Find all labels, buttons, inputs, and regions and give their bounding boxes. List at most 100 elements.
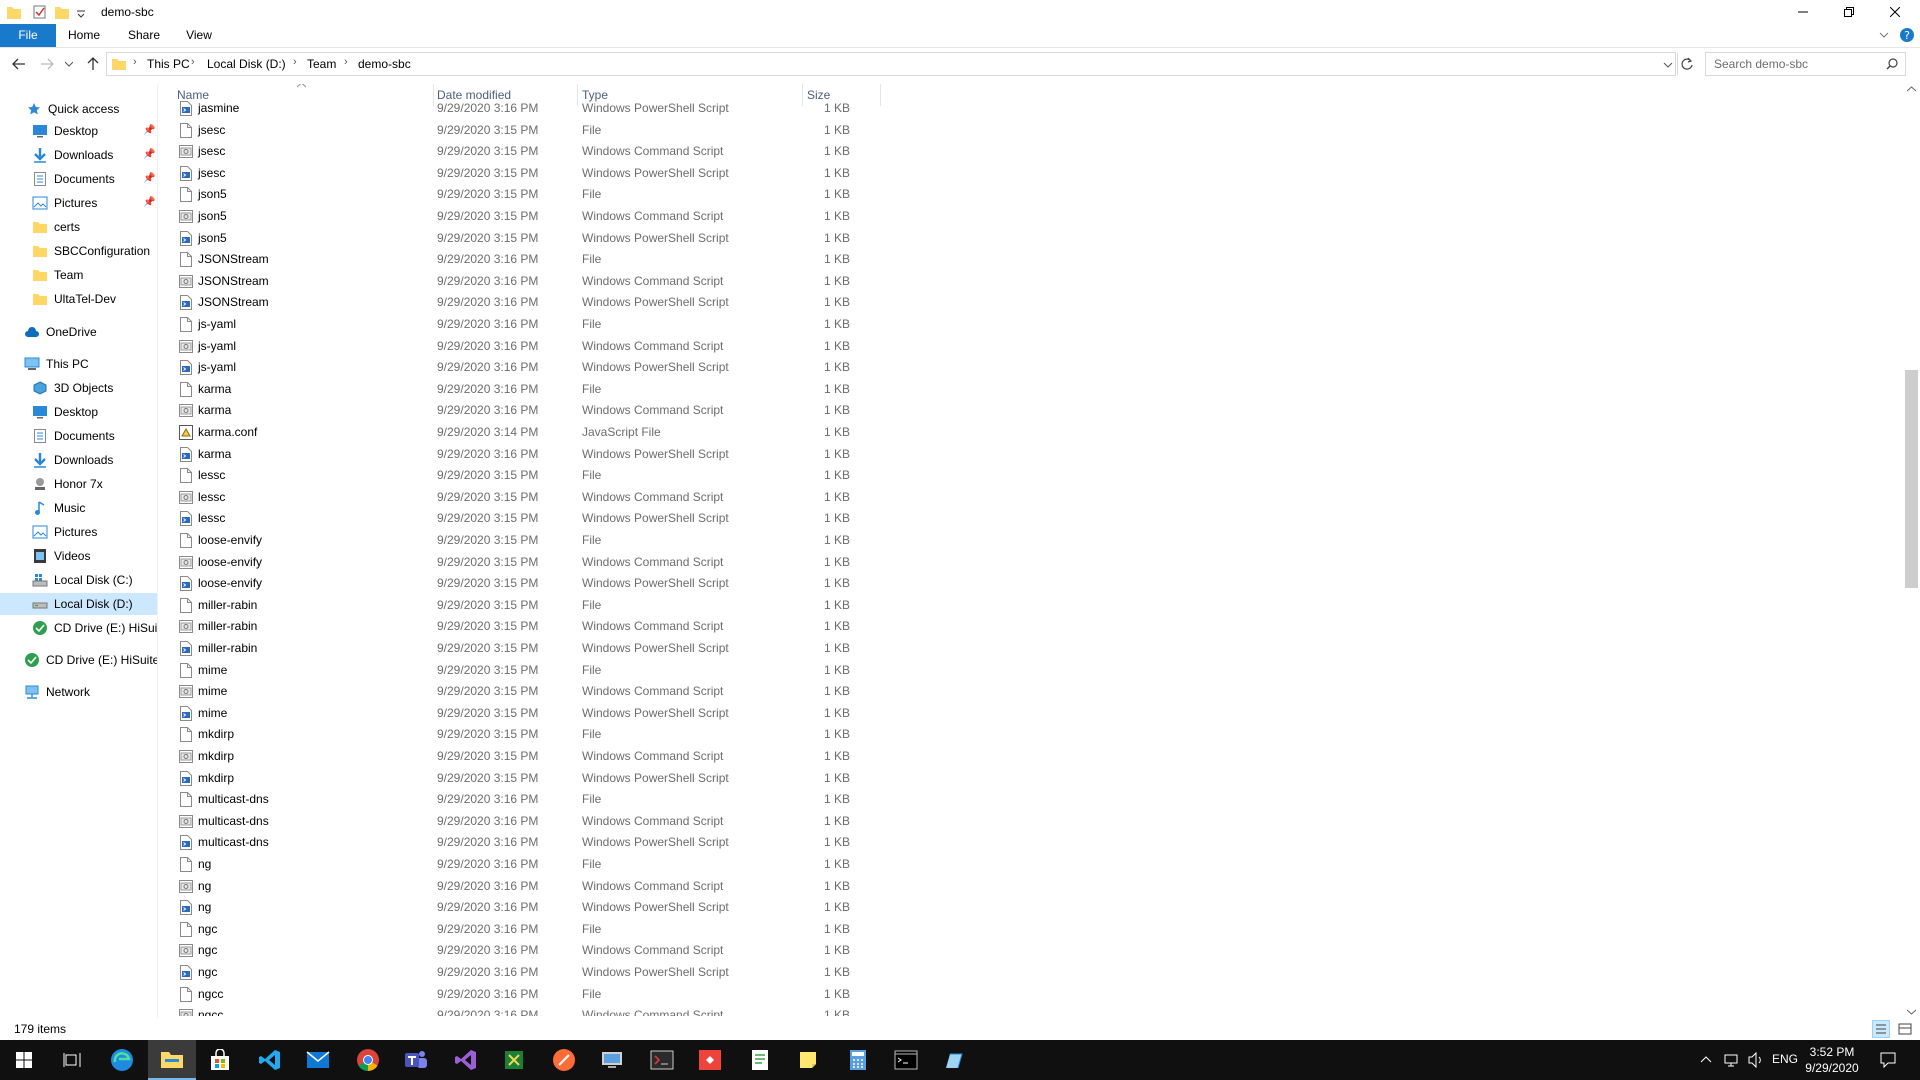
network-status-icon[interactable] bbox=[1724, 1052, 1740, 1068]
search-input[interactable]: Search demo-sbc bbox=[1705, 52, 1906, 76]
pin-icon[interactable]: 📌 bbox=[143, 149, 155, 160]
nav-qa-downloads[interactable]: Downloads 📌 bbox=[0, 144, 157, 166]
breadcrumb-team[interactable]: Team bbox=[307, 57, 336, 71]
file-row[interactable]: multicast-dns 9/29/2020 3:16 PM File 1 KB bbox=[173, 789, 893, 810]
breadcrumb-demo-sbc[interactable]: demo-sbc bbox=[358, 57, 411, 71]
nav-pc-music[interactable]: Music bbox=[0, 497, 157, 519]
address-bar[interactable]: › This PC › Local Disk (D:) › Team › dem… bbox=[106, 52, 1678, 76]
nav-qa-ultatel-dev[interactable]: UltaTel-Dev bbox=[0, 288, 157, 310]
file-row[interactable]: jsesc 9/29/2020 3:15 PM Windows PowerShell… bbox=[173, 163, 893, 184]
file-row[interactable]: karma.conf 9/29/2020 3:14 PM JavaScript Fi… bbox=[173, 422, 893, 443]
scroll-down-icon[interactable] bbox=[1907, 1009, 1916, 1015]
properties-icon[interactable] bbox=[32, 3, 48, 21]
tab-view[interactable]: View bbox=[178, 24, 220, 47]
taskbar-postman[interactable] bbox=[540, 1040, 588, 1080]
file-row[interactable]: js-yaml 9/29/2020 3:16 PM Windows Command … bbox=[173, 336, 893, 357]
taskbar-notepad-plus[interactable] bbox=[736, 1040, 784, 1080]
file-row[interactable]: karma 9/29/2020 3:16 PM File 1 KB bbox=[173, 379, 893, 400]
file-row[interactable]: js-yaml 9/29/2020 3:16 PM File 1 KB bbox=[173, 314, 893, 335]
taskbar-cmd[interactable] bbox=[882, 1040, 930, 1080]
nav-qa-pictures[interactable]: Pictures 📌 bbox=[0, 192, 157, 214]
start-button[interactable] bbox=[0, 1040, 48, 1080]
taskbar-terminal-app[interactable] bbox=[638, 1040, 686, 1080]
file-row[interactable]: ng 9/29/2020 3:16 PM Windows PowerShell Sc… bbox=[173, 897, 893, 918]
expand-ribbon-icon[interactable] bbox=[1879, 30, 1889, 40]
file-row[interactable]: loose-envify 9/29/2020 3:15 PM Windows Com… bbox=[173, 552, 893, 573]
taskbar-snipping[interactable] bbox=[490, 1040, 538, 1080]
nav-qa-desktop[interactable]: Desktop 📌 bbox=[0, 120, 157, 142]
file-row[interactable]: mime 9/29/2020 3:15 PM Windows Command Scr… bbox=[173, 681, 893, 702]
file-row[interactable]: JSONStream 9/29/2020 3:16 PM Windows Power… bbox=[173, 292, 893, 313]
refresh-icon[interactable] bbox=[1680, 57, 1694, 71]
file-row[interactable]: lessc 9/29/2020 3:15 PM Windows Command Sc… bbox=[173, 487, 893, 508]
file-row[interactable]: lessc 9/29/2020 3:15 PM File 1 KB bbox=[173, 465, 893, 486]
nav-qa-documents[interactable]: Documents 📌 bbox=[0, 168, 157, 190]
nav-this-pc[interactable]: This PC bbox=[0, 353, 157, 375]
nav-onedrive[interactable]: OneDrive bbox=[0, 321, 157, 343]
taskbar-remote-desktop[interactable] bbox=[588, 1040, 636, 1080]
scroll-thumb[interactable] bbox=[1905, 370, 1918, 588]
tab-file[interactable]: File bbox=[0, 24, 56, 47]
nav-network[interactable]: Network bbox=[0, 681, 157, 703]
file-row[interactable]: jsesc 9/29/2020 3:15 PM Windows Command Sc… bbox=[173, 141, 893, 162]
file-row[interactable]: mime 9/29/2020 3:15 PM Windows PowerShell … bbox=[173, 703, 893, 724]
nav-pc-3d-objects[interactable]: 3D Objects bbox=[0, 377, 157, 399]
file-row[interactable]: json5 9/29/2020 3:15 PM Windows PowerShell… bbox=[173, 228, 893, 249]
volume-icon[interactable] bbox=[1748, 1052, 1764, 1068]
taskbar-edge[interactable] bbox=[98, 1040, 146, 1080]
nav-pc-downloads[interactable]: Downloads bbox=[0, 449, 157, 471]
file-row[interactable]: ngc 9/29/2020 3:16 PM Windows Command Scri… bbox=[173, 940, 893, 961]
action-center-icon[interactable] bbox=[1880, 1052, 1896, 1068]
taskbar-vscode[interactable] bbox=[246, 1040, 294, 1080]
nav-pc-local-disk-c[interactable]: Local Disk (C:) bbox=[0, 569, 157, 591]
help-icon[interactable]: ? bbox=[1899, 27, 1915, 43]
file-row[interactable]: ngcc 9/29/2020 3:16 PM Windows Command Scr… bbox=[173, 1005, 893, 1016]
file-row[interactable]: ng 9/29/2020 3:16 PM Windows Command Scrip… bbox=[173, 876, 893, 897]
file-row[interactable]: loose-envify 9/29/2020 3:15 PM File 1 KB bbox=[173, 530, 893, 551]
file-row[interactable]: ng 9/29/2020 3:16 PM File 1 KB bbox=[173, 854, 893, 875]
file-row[interactable]: lessc 9/29/2020 3:15 PM Windows PowerShell… bbox=[173, 508, 893, 529]
details-view-icon[interactable] bbox=[1872, 1020, 1890, 1038]
file-row[interactable]: js-yaml 9/29/2020 3:16 PM Windows PowerShe… bbox=[173, 357, 893, 378]
file-row[interactable]: ngc 9/29/2020 3:16 PM Windows PowerShell S… bbox=[173, 962, 893, 983]
language-indicator[interactable]: ENG bbox=[1772, 1052, 1798, 1066]
file-row[interactable]: mime 9/29/2020 3:15 PM File 1 KB bbox=[173, 660, 893, 681]
new-folder-icon[interactable] bbox=[54, 3, 70, 21]
customize-toolbar-icon[interactable] bbox=[76, 3, 86, 21]
large-icons-view-icon[interactable] bbox=[1896, 1020, 1914, 1038]
taskbar-sticky-app[interactable] bbox=[784, 1040, 832, 1080]
nav-qa-team[interactable]: Team bbox=[0, 264, 157, 286]
show-hidden-icons-icon[interactable] bbox=[1700, 1055, 1712, 1063]
nav-quick-access[interactable]: Quick access bbox=[0, 98, 157, 120]
taskbar-paint[interactable] bbox=[930, 1040, 978, 1080]
file-row[interactable]: miller-rabin 9/29/2020 3:15 PM Windows Com… bbox=[173, 616, 893, 637]
close-button[interactable] bbox=[1872, 0, 1918, 24]
file-row[interactable]: jasmine 9/29/2020 3:16 PM Windows PowerShe… bbox=[173, 98, 893, 119]
file-row[interactable]: miller-rabin 9/29/2020 3:15 PM File 1 KB bbox=[173, 595, 893, 616]
taskbar-calculator[interactable] bbox=[834, 1040, 882, 1080]
file-row[interactable]: mkdirp 9/29/2020 3:15 PM File 1 KB bbox=[173, 724, 893, 745]
up-button[interactable] bbox=[82, 54, 104, 74]
tab-home[interactable]: Home bbox=[62, 24, 106, 47]
nav-cd-drive[interactable]: CD Drive (E:) HiSuite bbox=[0, 649, 157, 671]
taskbar-visual-studio[interactable] bbox=[442, 1040, 490, 1080]
taskbar-mail[interactable] bbox=[294, 1040, 342, 1080]
pane-splitter[interactable] bbox=[157, 84, 158, 1018]
file-row[interactable]: karma 9/29/2020 3:16 PM Windows PowerShell… bbox=[173, 444, 893, 465]
pin-icon[interactable]: 📌 bbox=[143, 197, 155, 208]
file-row[interactable]: jsesc 9/29/2020 3:15 PM File 1 KB bbox=[173, 120, 893, 141]
file-row[interactable]: multicast-dns 9/29/2020 3:16 PM Windows Co… bbox=[173, 811, 893, 832]
taskbar-store[interactable] bbox=[196, 1040, 244, 1080]
file-row[interactable]: multicast-dns 9/29/2020 3:16 PM Windows Po… bbox=[173, 832, 893, 853]
file-row[interactable]: JSONStream 9/29/2020 3:16 PM Windows Comma… bbox=[173, 271, 893, 292]
clock[interactable]: 3:52 PM 9/29/2020 bbox=[1800, 1044, 1864, 1076]
file-row[interactable]: json5 9/29/2020 3:15 PM File 1 KB bbox=[173, 184, 893, 205]
taskbar-chrome[interactable] bbox=[344, 1040, 392, 1080]
nav-pc-local-disk-d[interactable]: Local Disk (D:) bbox=[0, 593, 157, 615]
taskbar-file-explorer[interactable] bbox=[148, 1040, 196, 1080]
scroll-up-icon[interactable] bbox=[1907, 86, 1916, 92]
nav-pc-documents[interactable]: Documents bbox=[0, 425, 157, 447]
nav-qa-certs[interactable]: certs bbox=[0, 216, 157, 238]
file-row[interactable]: mkdirp 9/29/2020 3:15 PM Windows Command S… bbox=[173, 746, 893, 767]
pin-icon[interactable]: 📌 bbox=[143, 125, 155, 136]
